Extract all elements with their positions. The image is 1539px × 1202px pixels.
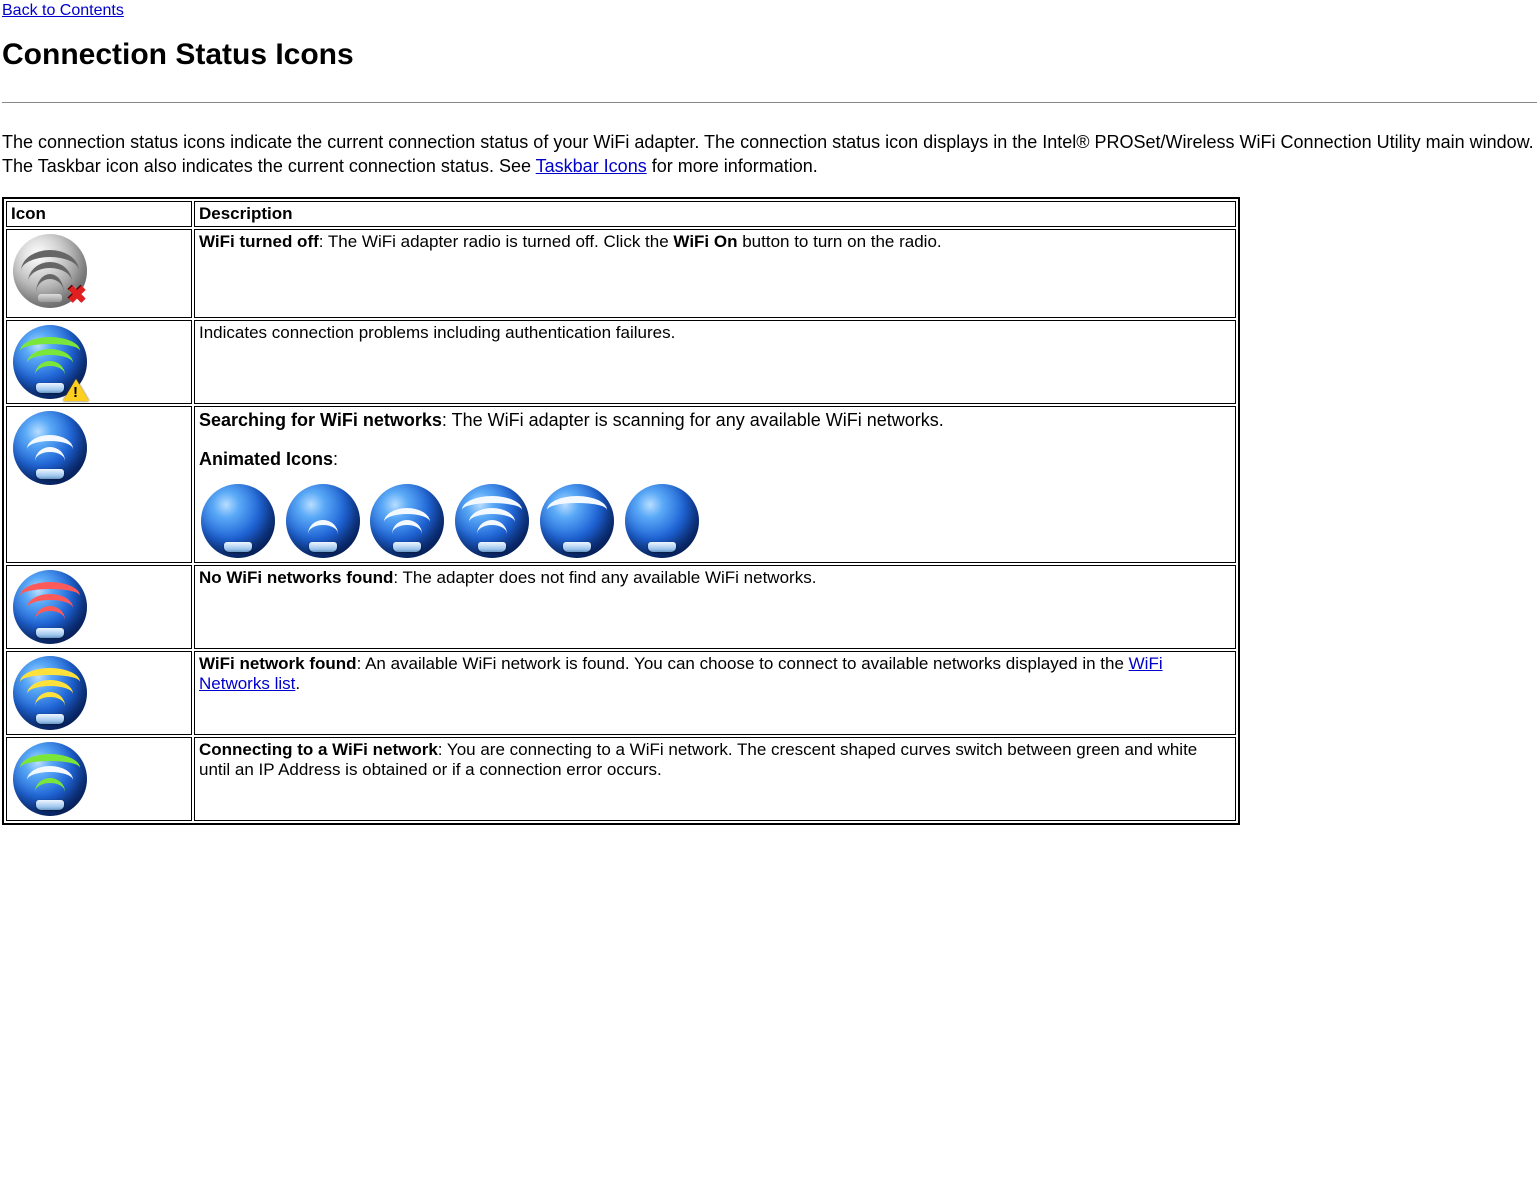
desc-text: : The WiFi adapter is scanning for any a…	[442, 410, 944, 430]
wifi-anim-frame-icon	[455, 484, 529, 558]
desc-cell: WiFi network found: An available WiFi ne…	[194, 651, 1236, 735]
header-description: Description	[194, 201, 1236, 227]
table-row: Connecting to a WiFi network: You are co…	[6, 737, 1236, 821]
desc-bold: Animated Icons	[199, 449, 333, 469]
desc-bold: WiFi network found	[199, 654, 357, 673]
intro-text-after: for more information.	[647, 156, 818, 176]
desc-cell: Searching for WiFi networks: The WiFi ad…	[194, 406, 1236, 564]
desc-text: Indicates connection problems including …	[199, 323, 675, 342]
table-row: Indicates connection problems including …	[6, 320, 1236, 404]
desc-text: :	[333, 449, 338, 469]
back-to-contents-link[interactable]: Back to Contents	[2, 2, 124, 19]
desc-cell: Indicates connection problems including …	[194, 320, 1236, 404]
wifi-off-icon	[13, 234, 87, 308]
icon-cell-wifi-found	[6, 651, 192, 735]
icon-cell-wifi-trouble	[6, 320, 192, 404]
wifi-anim-frame-icon	[625, 484, 699, 558]
wifi-anim-frame-icon	[286, 484, 360, 558]
wifi-found-icon	[13, 656, 87, 730]
desc-cell: Connecting to a WiFi network: You are co…	[194, 737, 1236, 821]
status-icons-table: Icon Description WiFi turned off: The Wi…	[2, 197, 1240, 826]
table-row: WiFi network found: An available WiFi ne…	[6, 651, 1236, 735]
table-row: No WiFi networks found: The adapter does…	[6, 565, 1236, 649]
desc-cell: WiFi turned off: The WiFi adapter radio …	[194, 229, 1236, 318]
table-row: Searching for WiFi networks: The WiFi ad…	[6, 406, 1236, 564]
wifi-connecting-icon	[13, 742, 87, 816]
desc-bold: WiFi On	[673, 232, 737, 251]
desc-text: .	[295, 674, 300, 693]
header-icon: Icon	[6, 201, 192, 227]
desc-cell: No WiFi networks found: The adapter does…	[194, 565, 1236, 649]
wifi-anim-frame-icon	[370, 484, 444, 558]
intro-paragraph: The connection status icons indicate the…	[2, 131, 1537, 179]
desc-bold: Searching for WiFi networks	[199, 410, 442, 430]
animated-icons-row	[199, 482, 1231, 560]
wifi-anim-frame-icon	[201, 484, 275, 558]
desc-text: : An available WiFi network is found. Yo…	[357, 654, 1129, 673]
icon-cell-wifi-off	[6, 229, 192, 318]
table-row: WiFi turned off: The WiFi adapter radio …	[6, 229, 1236, 318]
desc-text: : The WiFi adapter radio is turned off. …	[319, 232, 674, 251]
icon-cell-wifi-connecting	[6, 737, 192, 821]
wifi-searching-icon	[13, 411, 87, 485]
taskbar-icons-link[interactable]: Taskbar Icons	[536, 156, 647, 176]
wifi-none-found-icon	[13, 570, 87, 644]
icon-cell-wifi-searching	[6, 406, 192, 564]
wifi-anim-frame-icon	[540, 484, 614, 558]
desc-bold: WiFi turned off	[199, 232, 319, 251]
desc-bold: No WiFi networks found	[199, 568, 393, 587]
desc-bold: Connecting to a WiFi network	[199, 740, 438, 759]
desc-text: button to turn on the radio.	[737, 232, 941, 251]
wifi-trouble-icon	[13, 325, 87, 399]
divider	[2, 102, 1537, 103]
table-header-row: Icon Description	[6, 201, 1236, 227]
icon-cell-wifi-none-found	[6, 565, 192, 649]
page-title: Connection Status Icons	[2, 38, 1537, 72]
desc-text: : The adapter does not find any availabl…	[393, 568, 816, 587]
